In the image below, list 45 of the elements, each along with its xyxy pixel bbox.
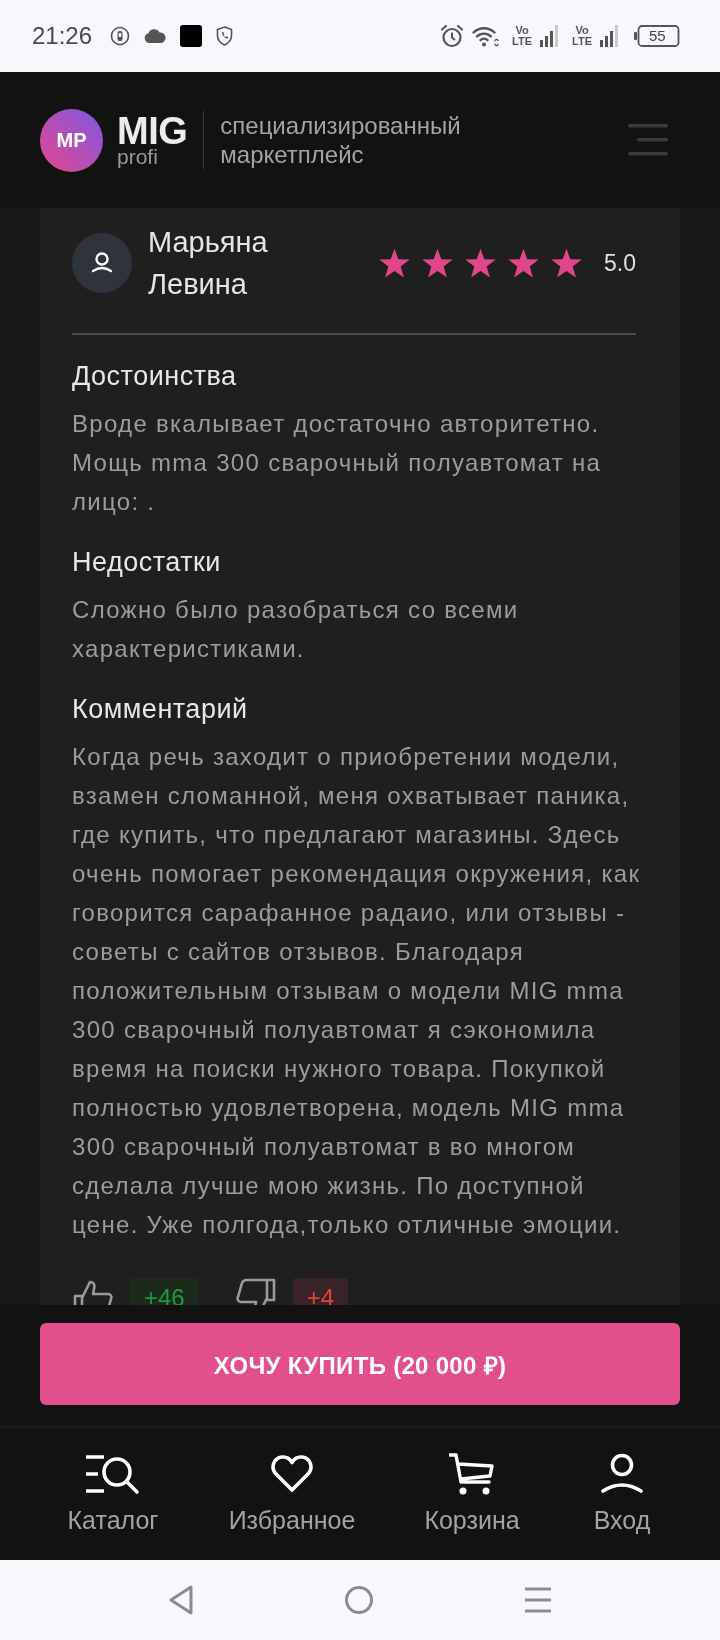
- section-heading: Недостатки: [72, 546, 222, 579]
- star-icon: [507, 247, 540, 279]
- cart-icon: [449, 1452, 495, 1496]
- nav-item[interactable]: Корзина: [424, 1452, 520, 1534]
- status-time: 21:26: [32, 22, 93, 50]
- section-text: Вроде вкалывает достаточно авторитетно. Мощь mma 300 сварочный полуавтомат на лицо: .: [72, 409, 603, 517]
- alarm-icon: [440, 24, 465, 48]
- logo-subtitle: profi: [117, 147, 159, 167]
- star-icon: [421, 247, 454, 279]
- back-icon[interactable]: [168, 1585, 194, 1615]
- battery-icon: [634, 25, 680, 47]
- section-text: Сложно было разобраться со всеми характеристиками.: [72, 595, 520, 664]
- battery-percent: 55: [649, 28, 666, 44]
- catalog-search-icon: [84, 1452, 142, 1496]
- buy-button[interactable]: ХОЧУ КУПИТЬ (20 000 ₽): [40, 1323, 680, 1405]
- rating-value: 5.0: [604, 249, 636, 277]
- signal-icon: [600, 25, 620, 47]
- nav-item[interactable]: Избранное: [228, 1452, 356, 1534]
- star-icon: [464, 247, 497, 279]
- section-heading: Достоинства: [72, 360, 238, 393]
- recents-icon[interactable]: [524, 1587, 552, 1613]
- star-icon: [378, 247, 411, 279]
- nav-item[interactable]: Вход: [593, 1452, 651, 1534]
- section-heading: Комментарий: [72, 693, 249, 726]
- signal-icon: [540, 25, 561, 47]
- person-icon: [601, 1452, 643, 1496]
- logo-title[interactable]: MIG: [117, 113, 188, 149]
- notification-icon: [110, 26, 131, 46]
- logo-mark[interactable]: MP: [40, 108, 103, 172]
- home-icon[interactable]: [344, 1585, 374, 1615]
- network-type-label: Vo: [515, 25, 529, 36]
- section-text: Когда речь заходит о приобретении модели, взамен сломанной, меня охватывает паника, где купить, что предлагают магазины. Здесь очень помогает рекомендация окружения, как говорится сарафанное радаио, или отзывы - советы с сайтов отзывов. Благодаря положительным отзывам о модели MIG mma 300 сварочный полуавтомат я сэкономила время на поиски нужного товара. Покупкой полностью удовлетворена, модель MIG mma 300 сварочный полуавтомат в во многом сделала лучше мою жизнь. По доступной цене. Уже полгода,только отличные эмоции.: [72, 742, 642, 1240]
- tagline: специализированный маркетплейс: [220, 111, 462, 169]
- reviewer-name: Марьяна Левина: [148, 225, 269, 302]
- network-type-label: Vo: [575, 25, 589, 36]
- star-icon: [550, 247, 583, 279]
- nav-item[interactable]: Каталог: [67, 1452, 159, 1534]
- cloud-icon: [144, 29, 167, 43]
- wifi-icon: [472, 25, 501, 47]
- square-icon: [180, 25, 203, 47]
- avatar-icon: [72, 233, 132, 293]
- shield-phone-icon: [216, 26, 234, 46]
- network-type-label: LTE: [572, 36, 592, 47]
- network-type-label: LTE: [512, 36, 533, 47]
- menu-icon[interactable]: [628, 124, 668, 156]
